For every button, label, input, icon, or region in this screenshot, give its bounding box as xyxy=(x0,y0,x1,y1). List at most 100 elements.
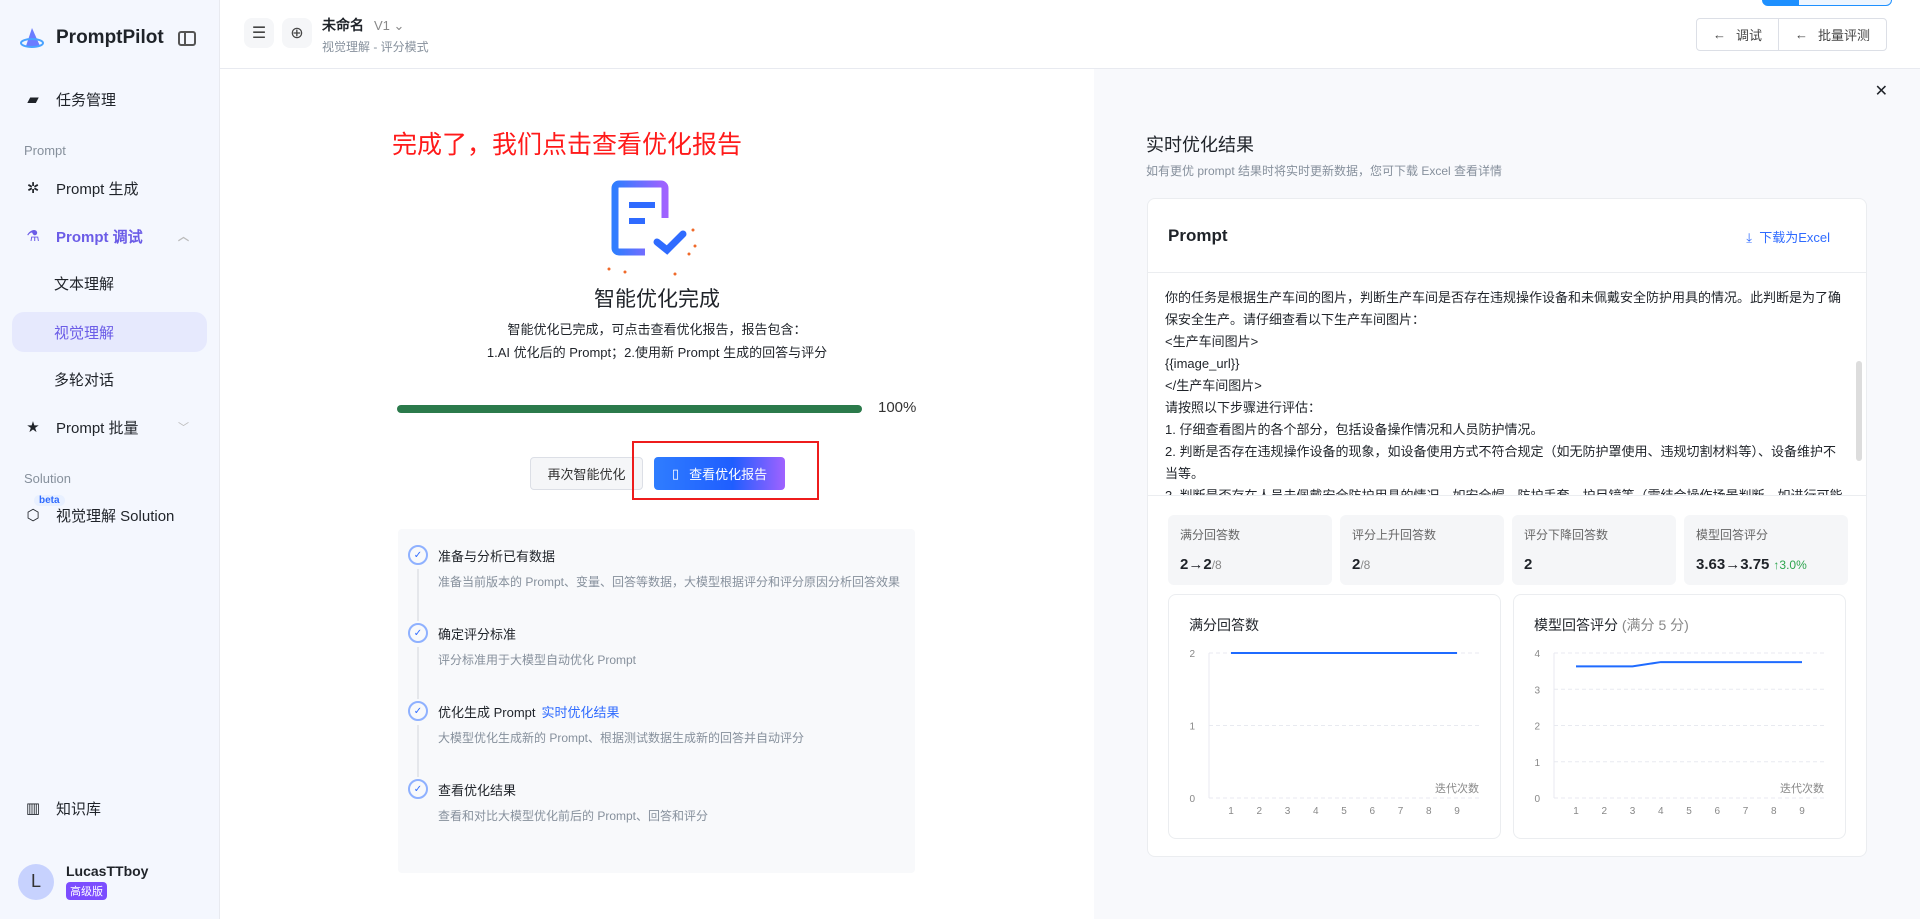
prompt-line: </生产车间图片> xyxy=(1165,378,1262,393)
label: Prompt 调试 xyxy=(56,228,143,246)
sidebar-item-text[interactable]: 文本理解 xyxy=(12,263,207,303)
step-desc: 查看和对比大模型优化前后的 Prompt、回答和评分 xyxy=(438,809,709,823)
x-tick-label: 7 xyxy=(1398,806,1404,817)
x-tick-label: 9 xyxy=(1799,806,1805,817)
x-tick-label: 9 xyxy=(1454,806,1460,817)
prompt-line: {{image_url}} xyxy=(1165,356,1240,371)
y-tick-label: 2 xyxy=(1534,722,1540,733)
highlight-box xyxy=(632,441,819,500)
sidebar-item-multiturn[interactable]: 多轮对话 xyxy=(12,359,207,399)
label: 批量评测 xyxy=(1817,28,1870,43)
step-title: 确定评分标准 xyxy=(438,627,517,642)
step-line xyxy=(417,569,419,621)
sidebar-item-prompt-batch[interactable]: ★ Prompt 批量 ﹀ xyxy=(12,407,207,447)
done-title: 智能优化完成 xyxy=(594,288,720,311)
x-tick-label: 3 xyxy=(1630,806,1636,817)
sidebar-item-vision-solution[interactable]: ⬡ 视觉理解 Solution xyxy=(12,495,207,535)
realtime-result-link[interactable]: 实时优化结果 xyxy=(542,705,620,720)
label: 调试 xyxy=(1735,28,1762,43)
user-profile[interactable]: L LucasTTboy 高级版 xyxy=(18,863,148,900)
prompt-line: 1. 仔细查看图片的各个部分，包括设备操作情况和人员防护情况。 xyxy=(1165,422,1544,437)
download-icon: ⤓ xyxy=(1746,230,1752,245)
app-name: PromptPilot xyxy=(56,27,164,48)
step-line xyxy=(417,725,419,777)
y-tick-label: 0 xyxy=(1534,794,1540,805)
label: 知识库 xyxy=(56,800,102,818)
sidebar-item-prompt-debug[interactable]: ⚗ Prompt 调试 ︿ xyxy=(12,216,207,256)
value: 2 xyxy=(1524,556,1533,573)
stat-label: 模型回答评分 xyxy=(1696,528,1769,542)
title: 优化生成 Prompt xyxy=(438,705,536,720)
result-panel: ✕ 实时优化结果 如有更优 prompt 结果时将实时更新数据，您可下载 Exc… xyxy=(1094,69,1920,919)
user-name: LucasTTboy xyxy=(66,863,149,879)
arrow-left-icon: ← xyxy=(1712,27,1726,42)
stat-score-down: 评分下降回答数 2 xyxy=(1512,515,1676,585)
sidebar-item-task-mgmt[interactable]: ▰ 任务管理 xyxy=(12,79,207,119)
stat-value: 2 xyxy=(1524,556,1664,573)
stat-value: 2→2/8 xyxy=(1180,556,1320,573)
stat-full-score: 满分回答数 2→2/8 xyxy=(1168,515,1332,585)
done-desc-1: 智能优化已完成，可点击查看优化报告，报告包含： xyxy=(507,322,807,337)
avatar: L xyxy=(18,863,54,900)
y-tick-label: 0 xyxy=(1189,794,1195,805)
x-tick-label: 1 xyxy=(1228,806,1234,817)
x-tick-label: 1 xyxy=(1573,806,1579,817)
x-tick-label: 6 xyxy=(1369,806,1375,817)
sidebar-item-prompt-generate[interactable]: ✲ Prompt 生成 xyxy=(12,168,207,208)
step-desc: 准备当前版本的 Prompt、变量、回答等数据，大模型根据评分和评分原因分析回答… xyxy=(438,575,901,589)
prompt-text[interactable]: 你的任务是根据生产车间的图片，判断生产车间是否存在违规操作设备和未佩戴安全防护用… xyxy=(1148,272,1866,496)
cube-icon: ⬡ xyxy=(26,507,40,524)
label: 视觉理解 xyxy=(54,324,115,342)
check-icon: ✓ xyxy=(408,779,428,799)
header-actions: ← 调试 ← 批量评测 xyxy=(1695,18,1887,51)
x-tick-label: 3 xyxy=(1285,806,1291,817)
label: Prompt 生成 xyxy=(56,180,139,198)
value: 2→2 xyxy=(1180,556,1212,573)
task-title[interactable]: 未命名 V1 ⌄ xyxy=(322,15,404,35)
logo-icon xyxy=(20,28,44,48)
chevron-up-icon: ︿ xyxy=(178,231,189,243)
folder-icon: ▰ xyxy=(27,91,39,108)
y-tick-label: 3 xyxy=(1534,685,1540,696)
logo[interactable]: PromptPilot xyxy=(20,26,164,50)
line-chart: 0 1 2 1 2 3 4 5 6 7 8 9 迭代次数 xyxy=(1189,649,1479,817)
progress-label: 100% xyxy=(878,399,917,416)
x-axis-label: 迭代次数 xyxy=(1780,781,1824,795)
card-title: Prompt xyxy=(1168,226,1228,245)
close-icon[interactable]: ✕ xyxy=(1875,81,1888,101)
header: ☰ ⊕ 未命名 V1 ⌄ 视觉理解 - 评分模式 ← 调试 ← 批量评测 xyxy=(220,0,1920,69)
label: Prompt 批量 xyxy=(56,419,139,437)
sidebar-item-vision[interactable]: 视觉理解 xyxy=(12,312,207,352)
download-excel-button[interactable]: ⤓ 下载为Excel xyxy=(1746,227,1830,246)
main-panel: 完成了，我们点击查看优化报告 智能优化完成 智能优化已完成，可点击查看优化报告，… xyxy=(220,69,1094,919)
result-subtitle: 如有更优 prompt 结果时将实时更新数据，您可下载 Excel 查看详情 xyxy=(1146,164,1503,178)
stat-score-up: 评分上升回答数 2/8 xyxy=(1340,515,1504,585)
menu-icon[interactable]: ☰ xyxy=(244,18,274,48)
section-prompt: Prompt xyxy=(24,143,66,158)
prompt-line: <生产车间图片> xyxy=(1165,334,1259,349)
star-file-icon: ★ xyxy=(26,419,40,436)
series-line xyxy=(1576,661,1802,668)
y-tick-label: 1 xyxy=(1534,758,1540,769)
step-line xyxy=(417,647,419,699)
report-done-icon xyxy=(607,180,697,276)
debug-button[interactable]: ← 调试 xyxy=(1697,19,1778,50)
y-tick-label: 2 xyxy=(1189,649,1195,660)
x-tick-label: 6 xyxy=(1714,806,1720,817)
x-tick-label: 5 xyxy=(1686,806,1692,817)
prompt-line: 你的任务是根据生产车间的图片，判断生产车间是否存在违规操作设备和未佩戴安全防护用… xyxy=(1165,290,1842,327)
scrollbar[interactable] xyxy=(1856,361,1862,461)
x-tick-label: 8 xyxy=(1426,806,1432,817)
line-chart: 0 1 2 3 4 1 2 3 4 5 6 7 8 9 迭代次数 xyxy=(1534,649,1824,817)
chart-full-score: 满分回答数 0 1 2 1 2 3 4 5 6 7 8 9 迭代次数 xyxy=(1168,594,1501,839)
label: 任务管理 xyxy=(56,91,117,109)
batch-eval-button[interactable]: ← 批量评测 xyxy=(1777,19,1886,50)
sidebar-item-knowledge[interactable]: ▥ 知识库 xyxy=(12,788,207,828)
version-select[interactable]: V1 ⌄ xyxy=(374,18,404,33)
x-tick-label: 4 xyxy=(1658,806,1664,817)
y-tick-label: 1 xyxy=(1189,722,1195,733)
progress-bar xyxy=(397,405,862,413)
sidebar-toggle-icon[interactable] xyxy=(178,31,196,46)
add-icon[interactable]: ⊕ xyxy=(282,18,312,48)
retry-optimize-button[interactable]: 再次智能优化 xyxy=(530,457,643,490)
